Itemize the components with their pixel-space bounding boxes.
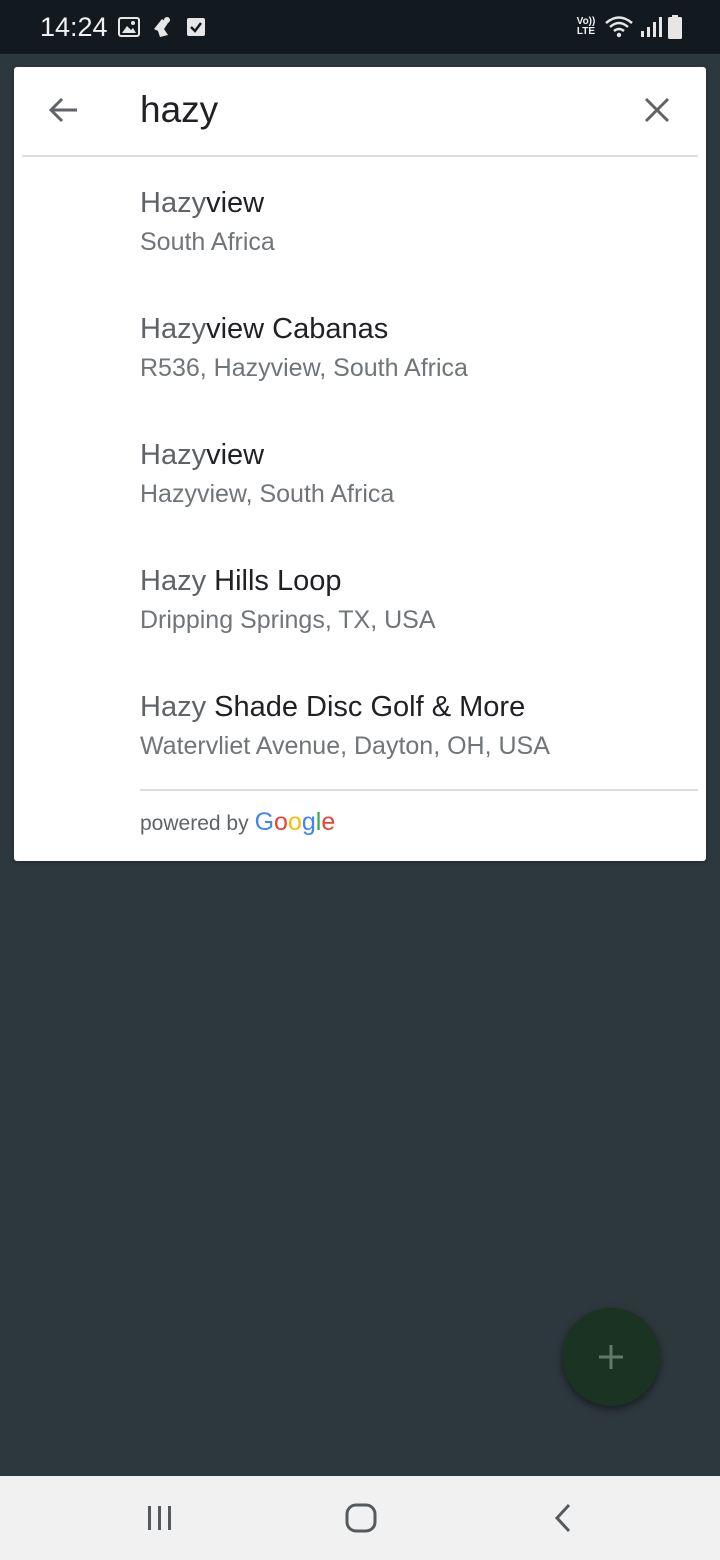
navigation-bar [0, 1476, 720, 1560]
image-icon [118, 17, 140, 37]
result-item[interactable]: Hazyview South Africa [14, 157, 706, 283]
attribution-divider [140, 789, 698, 791]
result-rest: view Cabanas [206, 313, 389, 345]
add-fab[interactable] [562, 1308, 660, 1406]
result-rest: view [206, 187, 265, 219]
results-list: Hazyview South Africa Hazyview Cabanas R… [14, 157, 706, 787]
status-time: 14:24 [40, 12, 108, 42]
result-match: Hazy [140, 187, 207, 219]
google-logo-letter: G [254, 808, 275, 836]
volte-icon: Vo)) LTE [574, 17, 598, 37]
result-match: Hazy [140, 691, 207, 723]
nav-back-button[interactable] [533, 1490, 593, 1546]
google-logo-letter: g [301, 808, 316, 836]
result-rest: view [206, 439, 265, 471]
home-icon [345, 1503, 377, 1533]
result-secondary: Dripping Springs, TX, USA [140, 606, 436, 634]
result-item[interactable]: Hazy Hills Loop Dripping Springs, TX, US… [14, 535, 706, 661]
wifi-icon [605, 16, 633, 38]
notification-icons [118, 14, 206, 40]
result-primary: Hazy Hills Loop [140, 561, 341, 601]
google-logo-letter: e [321, 808, 336, 836]
back-button[interactable] [42, 89, 84, 131]
result-item[interactable]: Hazyview Cabanas R536, Hazyview, South A… [14, 283, 706, 409]
result-primary: Hazyview [140, 435, 264, 475]
result-primary: Hazy Shade Disc Golf & More [140, 687, 525, 727]
volte-label-bottom: LTE [576, 26, 596, 37]
clear-button[interactable] [636, 89, 678, 131]
close-icon [644, 97, 670, 123]
result-match: Hazy [140, 565, 207, 597]
result-match: Hazy [140, 439, 207, 471]
google-logo-letter: o [274, 808, 288, 836]
search-input[interactable] [140, 85, 610, 135]
result-rest: Shade Disc Golf & More [206, 691, 526, 723]
search-card: Hazyview South Africa Hazyview Cabanas R… [14, 67, 706, 861]
result-primary: Hazyview [140, 183, 264, 223]
recent-apps-icon [148, 1506, 171, 1530]
result-secondary: Watervliet Avenue, Dayton, OH, USA [140, 732, 550, 760]
powered-by-text: powered by [140, 812, 249, 835]
android-debug-icon [154, 17, 170, 37]
result-match: Hazy [140, 313, 207, 345]
result-primary: Hazyview Cabanas [140, 309, 388, 349]
status-bar: 14:24 Vo)) LTE [0, 0, 720, 54]
arrow-left-icon [48, 97, 77, 123]
result-secondary: R536, Hazyview, South Africa [140, 354, 468, 382]
google-logo: Google [255, 808, 336, 837]
result-item[interactable]: Hazy Shade Disc Golf & More Watervliet A… [14, 661, 706, 787]
result-rest: Hills Loop [206, 565, 342, 597]
recent-apps-button[interactable] [130, 1490, 190, 1546]
result-secondary: South Africa [140, 228, 275, 256]
battery-icon [668, 15, 682, 39]
result-item[interactable]: Hazyview Hazyview, South Africa [14, 409, 706, 535]
home-button[interactable] [331, 1490, 391, 1546]
result-secondary: Hazyview, South Africa [140, 480, 395, 508]
checkbox-icon [187, 18, 205, 36]
google-logo-letter: o [287, 808, 302, 836]
plus-icon [599, 1345, 623, 1369]
powered-by-google: powered by Google [140, 808, 335, 837]
signal-icon [641, 17, 662, 37]
back-icon [554, 1503, 571, 1533]
system-icons: Vo)) LTE [574, 13, 682, 41]
